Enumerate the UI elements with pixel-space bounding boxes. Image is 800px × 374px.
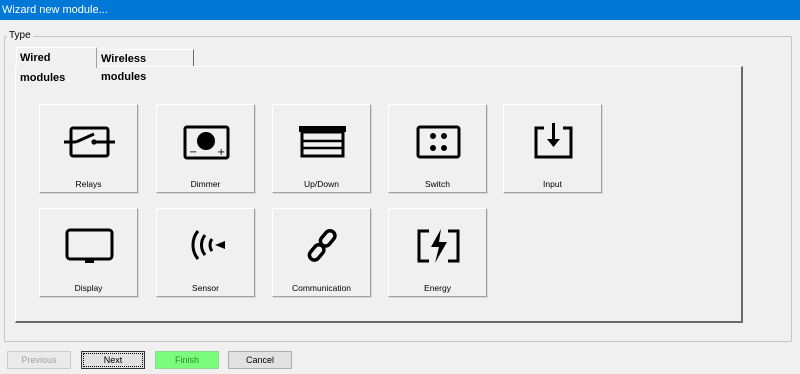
tab-wireless-modules[interactable]: Wireless modules <box>98 49 194 83</box>
dimmer-plus-text: + <box>217 147 225 158</box>
dimmer-minus-text: − <box>189 147 197 158</box>
tab-wired-modules[interactable]: Wired modules <box>16 47 97 84</box>
window-title: Wizard new module... <box>2 4 108 16</box>
module-label: Up/Down <box>304 179 339 189</box>
module-label: Switch <box>424 179 451 189</box>
module-tile-switch[interactable]: Switch <box>388 104 487 193</box>
dimmer-icon: − + <box>183 125 230 160</box>
energy-icon <box>417 229 460 263</box>
switch-icon <box>416 125 461 159</box>
module-label: Communication <box>291 283 352 293</box>
module-tile-communication[interactable]: Communication <box>272 208 371 297</box>
window-titlebar: Wizard new module... <box>0 0 800 20</box>
module-label: Sensor <box>192 283 219 293</box>
cancel-button[interactable]: Cancel <box>228 351 292 369</box>
module-tile-up-down[interactable]: Up/Down <box>272 104 371 193</box>
module-tile-dimmer[interactable]: − + Dimmer <box>156 104 255 193</box>
module-label: Display <box>74 283 103 293</box>
module-tile-energy[interactable]: Energy <box>388 208 487 297</box>
module-tile-relays[interactable]: Relays <box>39 104 138 193</box>
next-button[interactable]: Next <box>81 351 145 369</box>
type-group-label: Type <box>7 30 33 41</box>
link-icon <box>307 228 337 262</box>
module-tile-sensor[interactable]: Sensor <box>156 208 255 297</box>
module-label: Relays <box>75 179 102 189</box>
previous-button[interactable]: Previous <box>7 351 71 369</box>
sensor-icon <box>191 230 225 260</box>
relay-icon <box>64 126 115 158</box>
module-label: Energy <box>424 283 451 293</box>
input-icon <box>534 123 573 159</box>
up-down-icon <box>299 126 346 158</box>
module-label: Input <box>543 179 562 189</box>
module-tile-input[interactable]: Input <box>503 104 602 193</box>
finish-button[interactable]: Finish <box>155 351 219 369</box>
display-icon <box>65 228 114 263</box>
module-label: Dimmer <box>190 179 221 189</box>
module-tile-display[interactable]: Display <box>39 208 138 297</box>
